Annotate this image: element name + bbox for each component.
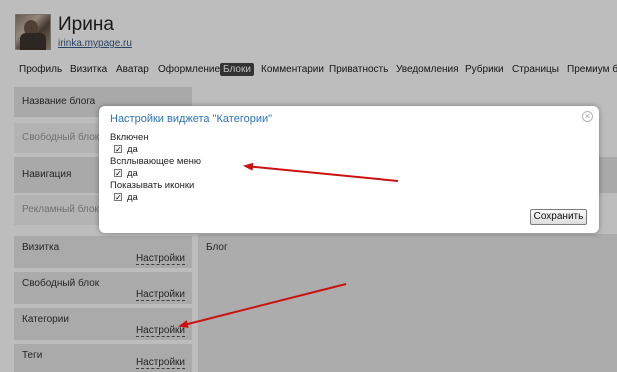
widget-settings-dialog: Настройки виджета "Категории" × Включен … <box>99 106 599 233</box>
close-icon[interactable]: × <box>582 111 593 122</box>
enabled-checkbox-label: да <box>127 144 138 155</box>
show-icons-checkbox-label: да <box>127 192 138 203</box>
save-button[interactable]: Сохранить <box>530 209 587 225</box>
enabled-checkbox[interactable]: ✓ <box>114 145 122 154</box>
popup-menu-checkbox-label: да <box>127 168 138 179</box>
field-popup-menu-label: Всплывающее меню <box>110 156 202 167</box>
show-icons-checkbox[interactable]: ✓ <box>114 193 122 202</box>
field-enabled-label: Включен <box>110 132 149 143</box>
dialog-title: Настройки виджета "Категории" <box>110 113 273 125</box>
field-show-icons-label: Показывать иконки <box>110 180 195 191</box>
popup-menu-checkbox[interactable]: ✓ <box>114 169 122 178</box>
